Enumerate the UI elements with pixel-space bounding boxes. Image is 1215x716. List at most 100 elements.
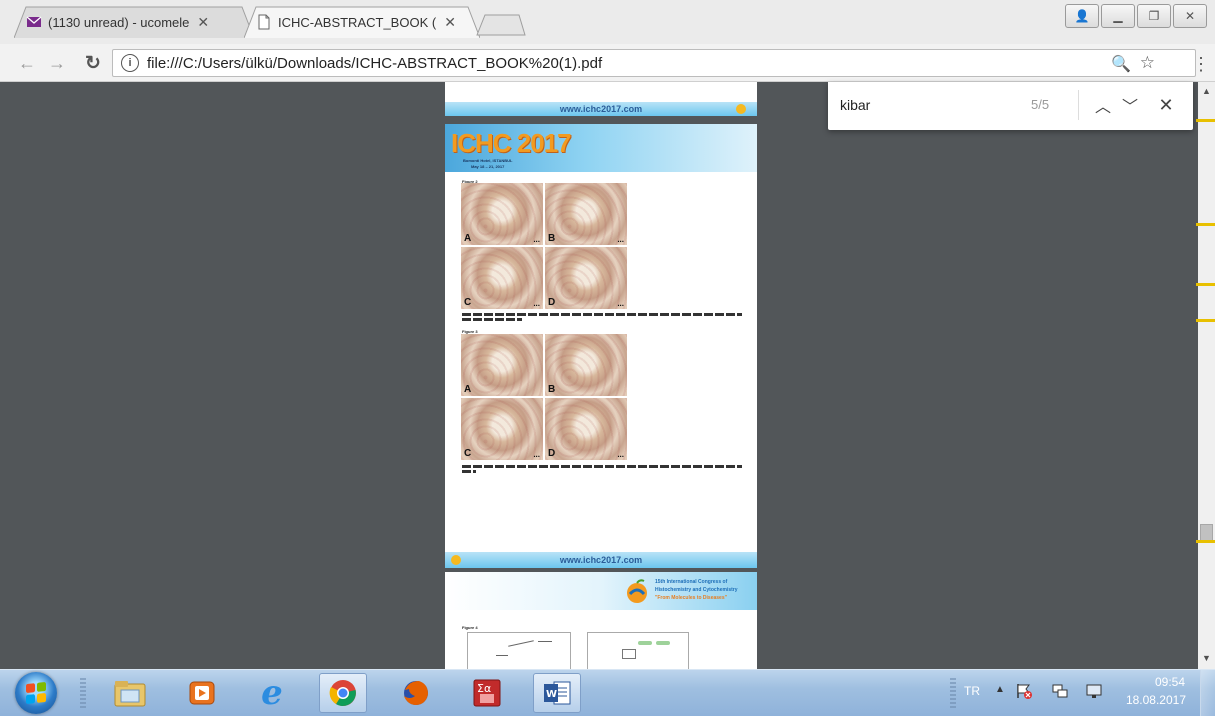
find-match-mark — [1196, 283, 1215, 286]
find-divider — [1078, 90, 1079, 120]
word-logo-icon: W — [544, 681, 571, 705]
panel-letter: A — [464, 233, 472, 244]
bookmark-star-icon[interactable]: ☆ — [1140, 53, 1155, 73]
figure-label: Figure 4 — [462, 625, 478, 630]
taskbar-grip — [80, 678, 86, 708]
media-player-icon[interactable] — [178, 673, 226, 713]
reload-icon[interactable]: ↻ — [82, 52, 104, 74]
formula-app-icon[interactable]: Σα — [463, 673, 511, 713]
chart-thumbnail — [587, 632, 689, 669]
clock-date[interactable]: 18.08.2017 — [1118, 693, 1186, 707]
clock-time[interactable]: 09:54 — [1125, 675, 1185, 689]
forward-arrow-icon[interactable]: → — [46, 52, 68, 74]
chrome-icon[interactable] — [319, 673, 367, 713]
document-icon — [258, 14, 270, 30]
chevron-up-icon[interactable]: ▲ — [995, 684, 1005, 695]
svg-text:Σα: Σα — [477, 682, 491, 695]
start-button[interactable] — [15, 672, 57, 714]
minimize-button[interactable]: ▁ — [1101, 4, 1135, 28]
vertical-scrollbar[interactable]: ▲ ▼ — [1198, 82, 1215, 669]
find-match-mark — [1196, 223, 1215, 226]
show-desktop-button[interactable] — [1200, 670, 1215, 716]
page-header-band: ICHC 2017 Bomonti Hotel, ISTANBUL May 18… — [445, 124, 757, 172]
tab-strip: (1130 unread) - ucomele ✕ ICHC-ABSTRACT_… — [0, 0, 1215, 44]
tray-grip — [950, 678, 956, 708]
tab-pdf[interactable]: ICHC-ABSTRACT_BOOK ( ✕ — [244, 6, 480, 38]
scroll-up-arrow[interactable]: ▲ — [1201, 86, 1212, 96]
micrograph-panel: D ... — [545, 247, 627, 309]
page-number-badge — [451, 555, 461, 565]
scale-bar: ... — [617, 450, 624, 459]
chart-line — [496, 655, 508, 656]
close-icon[interactable]: ✕ — [1154, 93, 1178, 117]
congress-title: 15th International Congress of — [655, 579, 728, 585]
chart-line — [538, 641, 552, 642]
tab-title: (1130 unread) - ucomele — [48, 14, 190, 30]
info-icon[interactable]: i — [121, 54, 139, 72]
pdf-page: 15th International Congress of Histochem… — [445, 572, 757, 669]
tab-title: ICHC-ABSTRACT_BOOK ( — [278, 14, 437, 30]
page-number-badge — [736, 104, 746, 114]
chrome-logo-icon — [329, 680, 356, 706]
header-venue: Bomonti Hotel, ISTANBUL — [463, 158, 513, 163]
internet-explorer-icon[interactable]: e — [248, 673, 296, 713]
network-icon[interactable] — [1051, 682, 1069, 700]
word-icon[interactable]: W — [533, 673, 581, 713]
address-bar[interactable]: i file:///C:/Users/ülkü/Downloads/ICHC-A… — [112, 49, 1196, 77]
close-icon[interactable]: ✕ — [444, 14, 456, 31]
footer-url[interactable]: www.ichc2017.com — [560, 104, 642, 114]
scroll-down-arrow[interactable]: ▼ — [1201, 653, 1212, 663]
chart-marker — [656, 641, 670, 645]
user-icon[interactable]: 👤 — [1065, 4, 1099, 28]
panel-letter: B — [548, 233, 556, 244]
panel-letter: C — [464, 297, 472, 308]
panel-letter: C — [464, 448, 472, 459]
micrograph-panel: A — [461, 334, 543, 396]
firefox-icon[interactable] — [392, 673, 440, 713]
pdf-page: www.ichc2017.com — [445, 82, 757, 116]
chart-box — [622, 649, 636, 659]
chart-thumbnail — [467, 632, 571, 669]
back-arrow-icon[interactable]: ← — [16, 52, 38, 74]
micrograph-panel: B — [545, 334, 627, 396]
explorer-icon[interactable] — [106, 673, 154, 713]
scale-bar: ... — [533, 299, 540, 308]
restore-button[interactable]: ❐ — [1137, 4, 1171, 28]
page-footer-band: www.ichc2017.com — [445, 102, 757, 116]
tab-mail[interactable]: (1130 unread) - ucomele ✕ — [14, 6, 254, 38]
url-text[interactable]: file:///C:/Users/ülkü/Downloads/ICHC-ABS… — [147, 55, 602, 72]
find-match-count: 5/5 — [1031, 97, 1050, 112]
congress-motto: "From Molecules to Diseases" — [655, 595, 727, 601]
close-icon[interactable]: ✕ — [197, 14, 209, 31]
browser-toolbar: ← → ↻ i file:///C:/Users/ülkü/Downloads/… — [0, 44, 1215, 82]
new-tab-button[interactable] — [475, 14, 527, 36]
find-input[interactable]: kibar — [840, 97, 870, 113]
ie-logo-icon: e — [261, 673, 283, 713]
pdf-viewer[interactable]: www.ichc2017.com ICHC 2017 Bomonti Hotel… — [0, 82, 1198, 669]
find-match-mark — [1196, 119, 1215, 122]
chart-line — [508, 640, 534, 647]
footer-url[interactable]: www.ichc2017.com — [560, 555, 642, 565]
chart-marker — [638, 641, 652, 645]
figure-caption — [462, 313, 742, 316]
zoom-icon[interactable]: 🔍 — [1111, 54, 1131, 74]
language-indicator[interactable]: TR — [964, 684, 980, 698]
micrograph-panel: D ... — [545, 398, 627, 460]
windows-logo-icon — [26, 681, 46, 705]
congress-logo-icon — [627, 579, 647, 603]
micrograph-panel: C ... — [461, 247, 543, 309]
ichc-logo-text: ICHC 2017 — [451, 128, 572, 158]
scale-bar: ... — [617, 235, 624, 244]
chevron-up-icon[interactable]: ︿ — [1091, 93, 1115, 117]
firefox-logo-icon — [404, 681, 428, 705]
panel-letter: D — [548, 297, 556, 308]
action-center-flag-icon[interactable] — [1015, 682, 1033, 700]
close-window-button[interactable]: ✕ — [1173, 4, 1207, 28]
find-match-mark — [1196, 540, 1215, 543]
chevron-down-icon[interactable]: ﹀ — [1118, 93, 1142, 117]
display-icon[interactable] — [1085, 682, 1103, 700]
find-match-mark — [1196, 319, 1215, 322]
micrograph-panel: B ... — [545, 183, 627, 245]
menu-icon[interactable]: ⋮ — [1192, 54, 1215, 75]
panel-letter: D — [548, 448, 556, 459]
